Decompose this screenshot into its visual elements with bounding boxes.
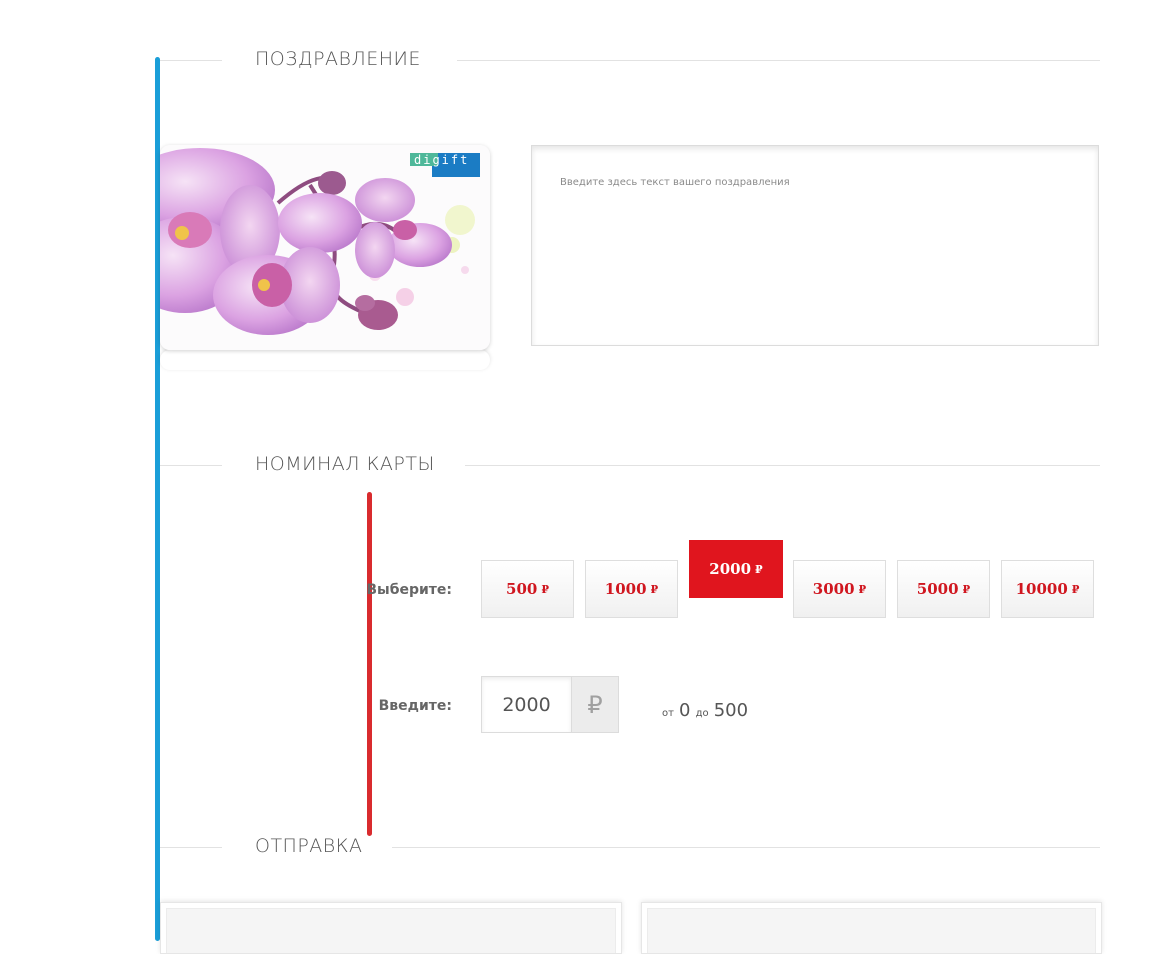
nominal-option-500[interactable]: 500 ₽ — [481, 560, 574, 618]
ruble-icon: ₽ — [1071, 582, 1080, 596]
ruble-icon: ₽ — [755, 562, 763, 576]
range-to-value: 500 — [713, 700, 749, 721]
message-placeholder: Введите здесь текст вашего поздравления — [560, 177, 790, 188]
ruble-icon: ₽ — [541, 582, 549, 596]
section-divider — [457, 60, 1100, 61]
option-value: 10000 — [1015, 580, 1068, 598]
enter-label: Введите: — [378, 698, 452, 714]
nominal-option-1000[interactable]: 1000 ₽ — [585, 560, 678, 618]
ruble-icon: ₽ — [962, 582, 971, 596]
section-divider — [160, 465, 222, 466]
nominal-option-10000[interactable]: 10000 ₽ — [1001, 560, 1094, 618]
choose-label: Выберите: — [366, 582, 452, 598]
logo-text: digift — [414, 153, 470, 167]
nominal-option-3000[interactable]: 3000 ₽ — [793, 560, 886, 618]
currency-symbol: ₽ — [587, 690, 603, 719]
amount-range-hint: от 0 до 500 — [662, 700, 748, 721]
delivery-option-panel[interactable] — [641, 902, 1102, 954]
section-title-nominal: НОМИНАЛ КАРТЫ — [255, 453, 435, 475]
nominal-option-2000-selected[interactable]: 2000 ₽ — [689, 540, 783, 598]
section-title-delivery: ОТПРАВКА — [255, 835, 363, 857]
gift-card-image[interactable]: digift — [160, 145, 490, 350]
section-title-greeting: ПОЗДРАВЛЕНИЕ — [255, 48, 421, 70]
option-value: 3000 — [812, 580, 855, 598]
digift-logo: digift — [410, 153, 480, 177]
range-to-word: до — [695, 708, 709, 719]
greeting-message-textarea[interactable]: Введите здесь текст вашего поздравления — [531, 145, 1099, 346]
section-divider — [465, 465, 1100, 466]
option-value: 1000 — [604, 580, 647, 598]
ruble-icon: ₽ — [650, 582, 659, 596]
option-value: 5000 — [916, 580, 959, 598]
delivery-option-panel[interactable] — [160, 902, 622, 954]
range-from-value: 0 — [679, 700, 691, 721]
nominal-option-5000[interactable]: 5000 ₽ — [897, 560, 990, 618]
option-value: 2000 — [709, 560, 752, 578]
ruble-icon: ₽ — [571, 676, 619, 733]
option-value: 500 — [506, 580, 538, 598]
amount-input[interactable] — [481, 676, 571, 733]
red-guide-line — [367, 492, 372, 836]
section-divider — [160, 847, 222, 848]
range-from-word: от — [662, 708, 674, 719]
ruble-icon: ₽ — [858, 582, 867, 596]
section-divider — [160, 60, 222, 61]
section-divider — [392, 847, 1100, 848]
card-stack-shadow — [160, 350, 490, 370]
